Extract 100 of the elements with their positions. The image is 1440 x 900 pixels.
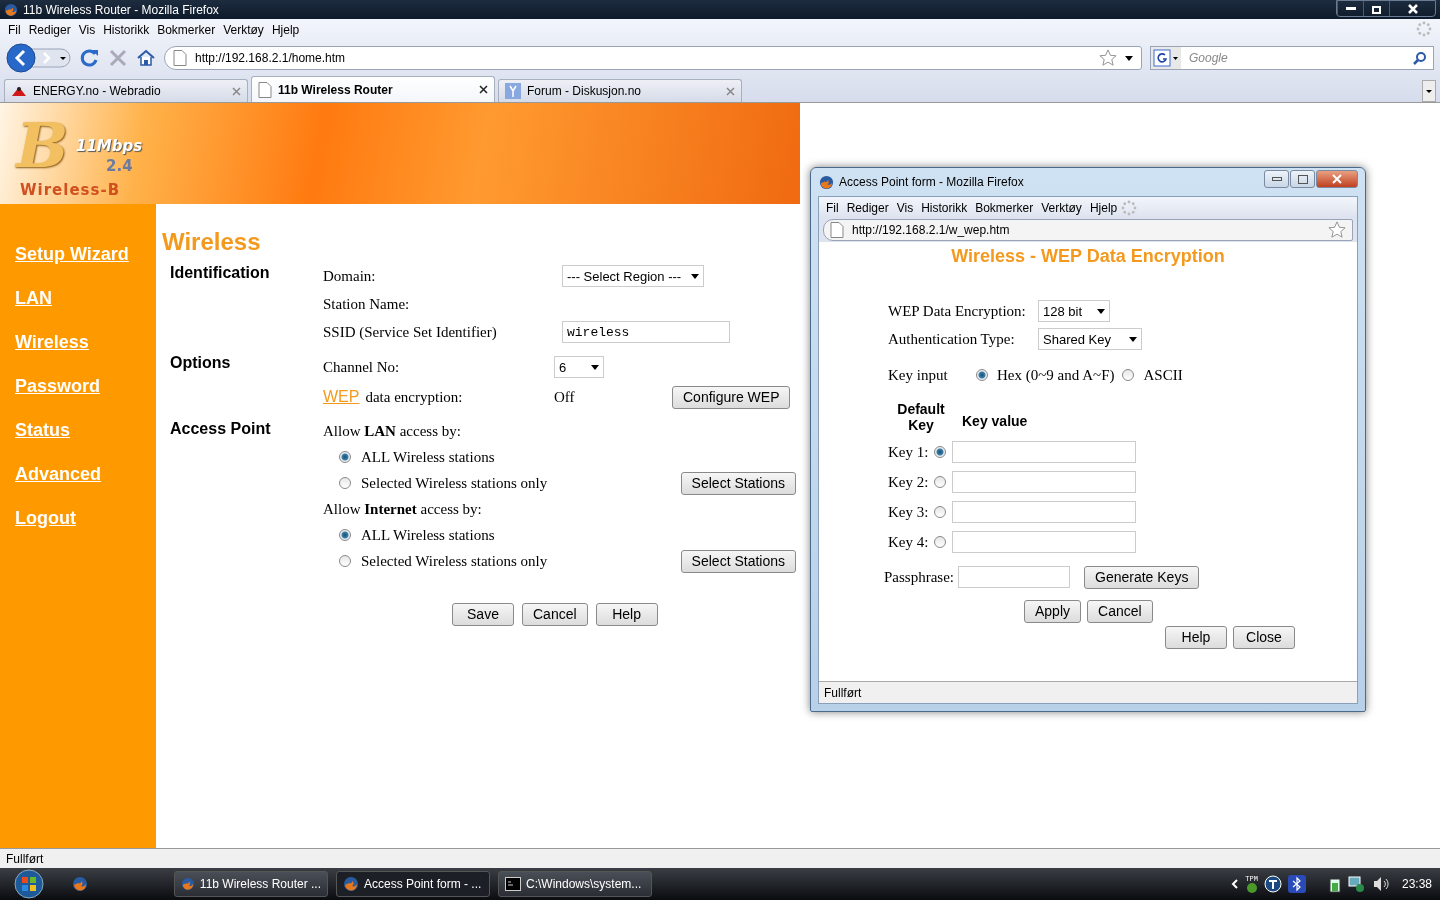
radio-button[interactable] <box>934 536 946 548</box>
throbber-icon <box>1121 199 1138 216</box>
menu-item[interactable]: Historikk <box>99 23 154 37</box>
minimize-icon <box>1271 177 1282 181</box>
menu-item[interactable]: Hjelp <box>267 23 304 37</box>
ssid-field[interactable]: wireless <box>562 321 730 343</box>
menu-item[interactable]: Verktøy <box>1037 200 1086 215</box>
tray-icon[interactable] <box>1263 875 1282 893</box>
menu-item[interactable]: Vis <box>892 200 918 215</box>
radio-button[interactable] <box>934 476 946 488</box>
menu-item[interactable]: Historikk <box>917 200 972 215</box>
wep-status: Off <box>554 388 576 406</box>
menu-item[interactable]: Hjelp <box>1085 200 1122 215</box>
radio-label: ALL Wireless stations <box>361 526 496 544</box>
network-tray-icon[interactable] <box>1347 875 1366 893</box>
channel-select[interactable]: 6 <box>554 356 604 378</box>
home-icon[interactable] <box>136 48 156 68</box>
column-header: Default Key <box>896 401 946 433</box>
form-button[interactable]: Cancel <box>1087 599 1153 623</box>
authentication-select[interactable]: Shared Key <box>1038 328 1142 350</box>
key-value-field[interactable] <box>952 531 1136 553</box>
form-button[interactable]: Cancel <box>522 602 588 626</box>
key-value-field[interactable] <box>952 471 1136 493</box>
taskbar-button[interactable]: 11b Wireless Router ... <box>174 871 328 897</box>
form-button[interactable]: Close <box>1233 625 1295 649</box>
menu-item[interactable]: Vis <box>74 23 100 37</box>
region-select[interactable]: --- Select Region --- <box>562 265 704 287</box>
key-value-field[interactable] <box>952 441 1136 463</box>
speaker-tray-icon[interactable] <box>1371 876 1390 892</box>
radio-button[interactable] <box>339 451 351 463</box>
minimize-icon <box>1345 7 1356 10</box>
radio-button[interactable] <box>339 477 351 489</box>
passphrase-field[interactable] <box>958 566 1070 588</box>
star-icon[interactable] <box>1328 221 1346 239</box>
form-button[interactable]: Save <box>452 602 514 626</box>
section-heading: Options <box>170 353 232 372</box>
close-icon <box>1407 3 1418 14</box>
quick-launch-button[interactable] <box>72 876 88 892</box>
firefox-icon <box>4 2 18 17</box>
clock: 23:38 <box>1401 877 1432 891</box>
minimize-button[interactable] <box>1264 170 1289 188</box>
menu-item[interactable]: Bokmerker <box>153 23 220 37</box>
firefox-icon <box>343 876 359 892</box>
address-bar[interactable]: http://192.168.2.1/w_wep.htm <box>823 219 1353 241</box>
radio-button[interactable] <box>339 529 351 541</box>
radio-button[interactable] <box>339 555 351 567</box>
taskbar-button[interactable]: Access Point form - ... <box>336 871 490 897</box>
caret-icon <box>591 364 599 370</box>
field-label: Key input <box>888 366 949 384</box>
reload-icon[interactable] <box>80 48 100 68</box>
firefox-icon <box>819 174 834 190</box>
configure-wep-button[interactable]: Configure WEP <box>672 385 791 409</box>
search-icon[interactable] <box>1413 51 1427 65</box>
taskbar-button[interactable]: C:\Windows\system... <box>498 871 652 897</box>
form-button[interactable]: Help <box>595 602 658 626</box>
back-forward-button[interactable] <box>6 43 72 73</box>
browser-tab[interactable]: Forum - Diskusjon.no <box>498 79 742 102</box>
star-icon[interactable] <box>1099 49 1117 67</box>
dialog-heading: Wireless - WEP Data Encryption <box>951 246 1225 267</box>
radio-button[interactable] <box>1122 369 1135 381</box>
bluetooth-tray-icon[interactable] <box>1287 875 1306 893</box>
menu-item[interactable]: Rediger <box>24 23 75 37</box>
search-bar[interactable]: Google <box>1150 46 1434 70</box>
caret-icon <box>1097 308 1105 314</box>
page-icon <box>173 50 187 66</box>
maximize-button[interactable] <box>1290 170 1315 188</box>
menu-item[interactable]: Fil <box>822 200 843 215</box>
address-bar[interactable]: http://192.168.2.1/home.htm <box>164 46 1142 70</box>
console-icon <box>505 877 521 891</box>
menu-item[interactable]: Verktøy <box>219 23 268 37</box>
window-title: Access Point form - Mozilla Firefox <box>839 175 1025 189</box>
group-label: Allow LAN access by: <box>323 422 461 440</box>
close-icon <box>1332 174 1342 184</box>
close-icon[interactable] <box>479 85 488 94</box>
section-heading: Access Point <box>170 419 272 438</box>
caret-icon <box>1129 336 1137 342</box>
field-label: Authentication Type: <box>888 330 1016 348</box>
chevron-icon[interactable] <box>1231 879 1240 889</box>
radio-label: ALL Wireless stations <box>361 448 496 466</box>
menu-item[interactable]: Bokmerker <box>971 200 1038 215</box>
select-stations-button[interactable]: Select Stations <box>680 549 796 573</box>
menu-item[interactable]: Rediger <box>842 200 893 215</box>
key-value-field[interactable] <box>952 501 1136 523</box>
search-engine-icon[interactable] <box>1151 47 1181 69</box>
form-button[interactable]: Apply <box>1024 599 1082 623</box>
form-button[interactable]: Help <box>1165 625 1227 649</box>
select-stations-button[interactable]: Select Stations <box>680 471 796 495</box>
browser-tab[interactable]: 11b Wireless Router <box>251 76 495 102</box>
browser-tab[interactable]: ENERGY.no - Webradio <box>4 79 248 102</box>
tab-list-button[interactable] <box>1422 80 1436 102</box>
field-label: Passphrase: <box>884 568 954 586</box>
generate-keys-button[interactable]: Generate Keys <box>1084 565 1200 589</box>
encryption-select[interactable]: 128 bit <box>1038 300 1110 322</box>
status-text: Fullført <box>824 685 862 700</box>
menu-item[interactable]: Fil <box>4 23 25 37</box>
radio-button[interactable] <box>934 446 946 458</box>
radio-label: Selected Wireless stations only <box>361 474 549 492</box>
radio-button[interactable] <box>934 506 946 518</box>
throbber-icon <box>1416 20 1432 37</box>
radio-button[interactable] <box>976 369 988 381</box>
